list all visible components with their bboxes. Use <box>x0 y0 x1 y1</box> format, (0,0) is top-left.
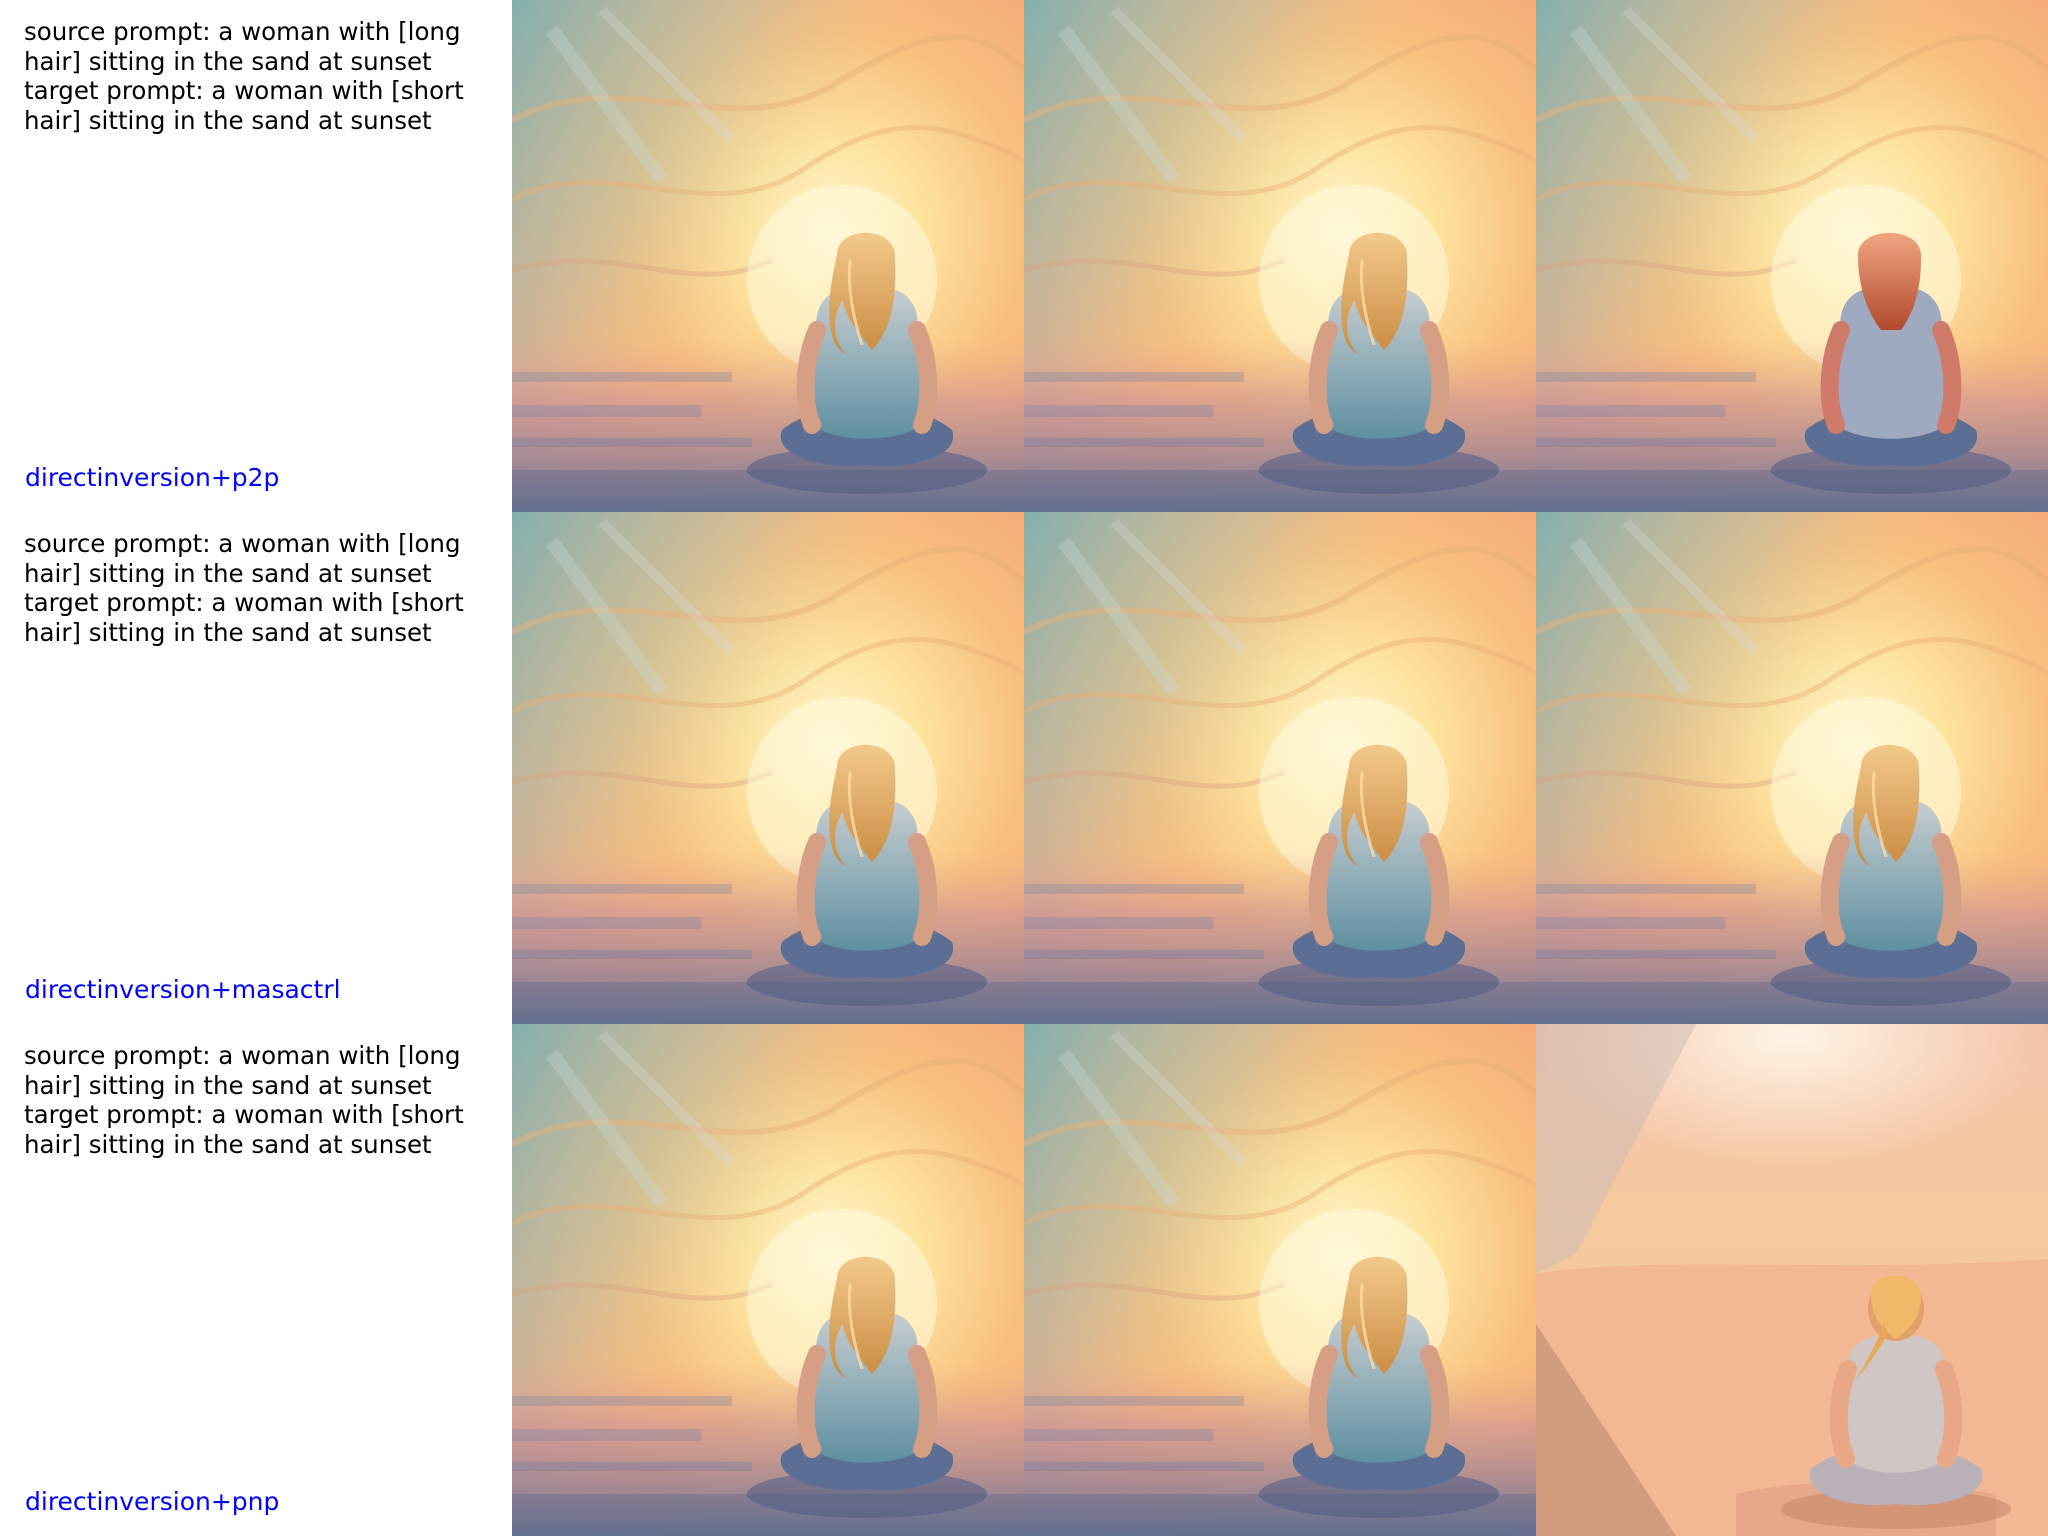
source-prompt: source prompt: a woman with [long hair] … <box>24 529 461 588</box>
comparison-row: source prompt: a woman with [long hair] … <box>0 0 2048 512</box>
method-label: directinversion+pnp <box>25 1487 280 1516</box>
image-tile <box>1024 1024 1536 1536</box>
source-prompt: source prompt: a woman with [long hair] … <box>24 17 461 76</box>
image-tile <box>1536 512 2048 1024</box>
prompt-panel: source prompt: a woman with [long hair] … <box>0 0 512 512</box>
image-tile <box>512 0 1024 512</box>
target-prompt: target prompt: a woman with [short hair]… <box>24 1100 464 1159</box>
target-prompt: target prompt: a woman with [short hair]… <box>24 588 464 647</box>
prompt-text: source prompt: a woman with [long hair] … <box>24 1041 494 1159</box>
prompt-panel: source prompt: a woman with [long hair] … <box>0 512 512 1024</box>
image-tile <box>1536 1024 2048 1536</box>
method-label: directinversion+p2p <box>25 463 280 492</box>
source-prompt: source prompt: a woman with [long hair] … <box>24 1041 461 1100</box>
target-prompt: target prompt: a woman with [short hair]… <box>24 76 464 135</box>
method-label: directinversion+masactrl <box>25 975 341 1004</box>
image-tile <box>1024 0 1536 512</box>
image-tile <box>1536 0 2048 512</box>
image-tile <box>1024 512 1536 1024</box>
image-tile <box>512 1024 1024 1536</box>
prompt-text: source prompt: a woman with [long hair] … <box>24 17 494 135</box>
prompt-text: source prompt: a woman with [long hair] … <box>24 529 494 647</box>
comparison-row: source prompt: a woman with [long hair] … <box>0 1024 2048 1536</box>
comparison-row: source prompt: a woman with [long hair] … <box>0 512 2048 1024</box>
image-tile <box>512 512 1024 1024</box>
prompt-panel: source prompt: a woman with [long hair] … <box>0 1024 512 1536</box>
